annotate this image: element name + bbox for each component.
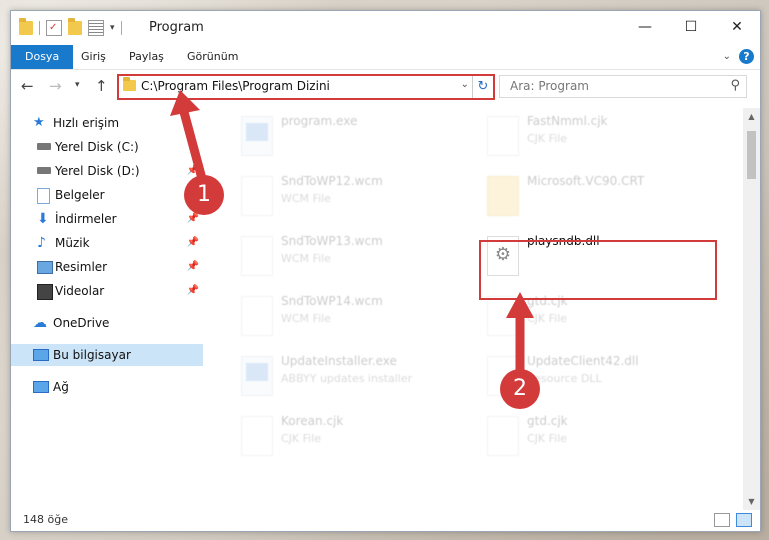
list-item[interactable]: gtd.cjk CJK File <box>479 412 709 466</box>
download-icon: ⬇ <box>37 211 49 227</box>
list-item[interactable]: SndToWP14.wcm WCM File <box>233 292 463 346</box>
file-icon <box>487 116 519 156</box>
list-item[interactable]: gtd.cjk CJK File <box>479 292 709 346</box>
file-icon <box>487 416 519 456</box>
window-title: Program <box>149 20 204 35</box>
properties-icon[interactable]: ✓ <box>46 20 62 36</box>
drive-icon <box>37 143 51 150</box>
back-arrow-icon[interactable]: ← <box>21 77 34 95</box>
list-item[interactable]: Korean.cjk CJK File <box>233 412 463 466</box>
refresh-icon[interactable]: ↻ <box>472 76 493 98</box>
tab-file[interactable]: Dosya <box>11 45 74 69</box>
list-item[interactable]: program.exe <box>233 112 463 166</box>
video-icon <box>37 284 53 300</box>
file-icon <box>241 416 273 456</box>
sidebar-item-onedrive[interactable]: ☁ OneDrive <box>11 312 203 334</box>
computer-icon <box>33 349 49 361</box>
scrollbar-thumb[interactable] <box>747 131 756 179</box>
list-item[interactable]: Microsoft.VC90.CRT <box>479 172 709 226</box>
status-bar: 148 öğe <box>11 509 760 531</box>
tab-share[interactable]: Paylaş <box>119 45 174 69</box>
star-icon: ★ <box>33 115 45 130</box>
chevron-down-icon[interactable]: ⌄ <box>461 79 469 90</box>
scroll-down-icon[interactable]: ▼ <box>743 497 760 506</box>
step-badge-1: 1 <box>184 175 224 215</box>
list-item[interactable]: SndToWP13.wcm WCM File <box>233 232 463 286</box>
recent-chevron-icon[interactable]: ▾ <box>75 80 80 90</box>
window-controls: — ☐ ✕ <box>622 11 760 43</box>
document-icon <box>37 188 50 204</box>
toolbar-divider <box>120 21 122 35</box>
tab-home[interactable]: Giriş <box>71 45 116 69</box>
sidebar-item-downloads[interactable]: ⬇ İndirmeler 📌 <box>11 208 203 230</box>
details-view-icon[interactable] <box>714 513 730 527</box>
list-item[interactable]: UpdateInstaller.exe ABBYY updates instal… <box>233 352 463 406</box>
help-icon[interactable]: ? <box>739 49 754 64</box>
folder-icon <box>123 77 136 91</box>
scroll-up-icon[interactable]: ▲ <box>743 112 760 121</box>
navigation-row: ← → ▾ ↑ C:\Program Files\Program Dizini … <box>11 70 760 102</box>
sidebar-item-videos[interactable]: Videolar 📌 <box>11 280 203 302</box>
network-icon <box>33 381 49 393</box>
file-icon <box>241 296 273 336</box>
sidebar-item-local-disk-c[interactable]: Yerel Disk (C:) <box>11 136 203 158</box>
explorer-window: ✓ ▾ Program — ☐ ✕ Dosya Giriş Paylaş Gör… <box>10 10 761 532</box>
expand-ribbon-icon[interactable]: ⌄ <box>723 51 731 62</box>
folder-icon <box>487 176 519 216</box>
list-item[interactable]: SndToWP12.wcm WCM File <box>233 172 463 226</box>
minimize-button[interactable]: — <box>622 11 668 43</box>
file-highlight-box <box>479 240 717 300</box>
sidebar-item-pictures[interactable]: Resimler 📌 <box>11 256 203 278</box>
ribbon-tabs: Dosya Giriş Paylaş Görünüm ⌄ ? <box>11 45 760 70</box>
search-icon[interactable]: ⚲ <box>730 78 740 93</box>
sidebar-item-this-pc[interactable]: Bu bilgisayar <box>11 344 203 366</box>
sidebar-item-network[interactable]: Ağ <box>11 376 203 398</box>
tiles-view-icon[interactable] <box>736 513 752 527</box>
pin-icon[interactable]: 📌 <box>187 232 199 254</box>
folder-icon <box>19 18 33 35</box>
pictures-icon <box>37 261 53 274</box>
file-list: program.exe FastNmml.cjk CJK File SndToW… <box>221 108 741 510</box>
up-arrow-icon[interactable]: ↑ <box>95 77 108 95</box>
address-bar[interactable]: C:\Program Files\Program Dizini ⌄ ↻ <box>117 74 495 100</box>
tab-view[interactable]: Görünüm <box>177 45 248 69</box>
sidebar-item-documents[interactable]: Belgeler 📌 <box>11 184 203 206</box>
vertical-scrollbar[interactable]: ▲ ▼ <box>743 108 760 510</box>
search-placeholder: Ara: Program <box>510 79 589 93</box>
list-item[interactable]: FastNmml.cjk CJK File <box>479 112 709 166</box>
address-path[interactable]: C:\Program Files\Program Dizini <box>141 79 330 93</box>
cloud-icon: ☁ <box>33 315 47 331</box>
view-toggle <box>714 513 752 527</box>
title-bar: ✓ ▾ Program — ☐ ✕ <box>11 11 760 45</box>
sidebar-item-local-disk-d[interactable]: Yerel Disk (D:) 📌 <box>11 160 203 182</box>
toolbar-divider <box>39 21 40 35</box>
music-icon: ♪ <box>37 235 46 251</box>
file-icon <box>487 296 519 336</box>
pin-icon[interactable]: 📌 <box>187 256 199 278</box>
drive-icon <box>37 167 51 174</box>
search-input[interactable]: Ara: Program ⚲ <box>499 75 747 98</box>
chevron-down-icon[interactable]: ▾ <box>110 23 115 33</box>
navigation-pane: ★ Hızlı erişim Yerel Disk (C:) Yerel Dis… <box>11 108 203 510</box>
pin-icon[interactable]: 📌 <box>187 280 199 302</box>
file-icon <box>241 236 273 276</box>
close-button[interactable]: ✕ <box>714 11 760 43</box>
step-badge-2: 2 <box>500 369 540 409</box>
sidebar-item-quick-access[interactable]: ★ Hızlı erişim <box>11 112 203 134</box>
item-count: 148 öğe <box>23 513 68 526</box>
sidebar-item-music[interactable]: ♪ Müzik 📌 <box>11 232 203 254</box>
forward-arrow-icon[interactable]: → <box>49 77 62 95</box>
file-icon <box>241 176 273 216</box>
exe-file-icon <box>241 116 273 156</box>
ribbon-right: ⌄ ? <box>723 49 754 64</box>
quick-access-toolbar: ✓ ▾ <box>19 18 122 36</box>
exe-file-icon <box>241 356 273 396</box>
maximize-button[interactable]: ☐ <box>668 11 714 43</box>
new-folder-icon[interactable] <box>68 18 82 35</box>
view-menu-icon[interactable] <box>88 20 104 36</box>
